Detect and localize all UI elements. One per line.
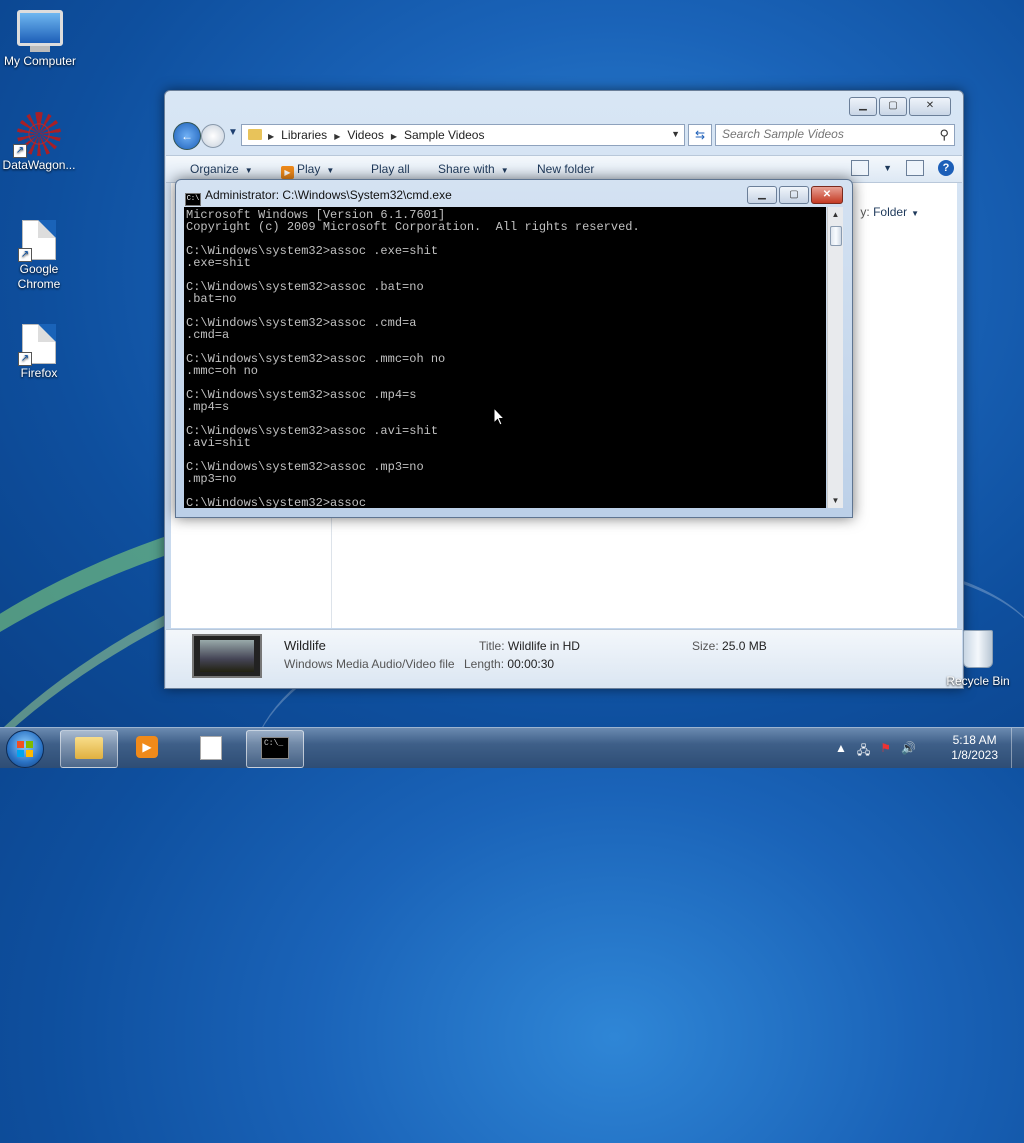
video-thumbnail [192, 634, 262, 678]
minimize-button[interactable]: ▁ [747, 186, 777, 204]
window-controls: ▁ ▢ ✕ [747, 186, 843, 204]
desktop-icon-label: Google Chrome [17, 262, 61, 291]
search-icon: ⚲ [939, 127, 949, 142]
breadcrumb-separator-icon[interactable]: ▶ [391, 132, 397, 141]
action-center-icon[interactable]: ⚑ [880, 741, 891, 762]
taskbar: ▶ C:\_ ▲ 🖧 ⚑ 🔊 5:18 AM 1/8/2023 [0, 727, 1024, 768]
clock-date: 1/8/2023 [951, 748, 998, 762]
scroll-up-icon[interactable]: ▲ [828, 207, 843, 222]
desktop-icon-label: Firefox [20, 366, 58, 380]
recent-pages-dropdown[interactable]: ▼ [228, 127, 238, 138]
preview-pane-icon[interactable] [906, 160, 924, 176]
address-bar[interactable]: ▶ Libraries ▶ Videos ▶ Sample Videos ▼ [241, 124, 685, 146]
breadcrumb-separator-icon[interactable]: ▶ [268, 132, 274, 141]
console-icon: C:\_ [261, 737, 289, 759]
breadcrumb-sample-videos[interactable]: Sample Videos [404, 128, 485, 142]
arrange-by-dropdown[interactable]: y: Folder ▼ [860, 205, 919, 219]
desktop-icon-firefox[interactable]: ↗ Firefox [0, 324, 79, 381]
view-options-dropdown-icon[interactable]: ▼ [883, 163, 892, 173]
length-property: Length: 00:00:30 [464, 657, 555, 671]
desktop-icon-my-computer[interactable]: My Computer [0, 10, 80, 69]
shortcut-arrow-icon: ↗ [13, 144, 27, 158]
taskbar-cmd[interactable]: C:\_ [246, 730, 304, 768]
network-icon[interactable]: 🖧 [857, 741, 870, 762]
maximize-button[interactable]: ▢ [779, 186, 809, 204]
window-controls: ▁ ▢ ✕ [849, 97, 951, 116]
media-player-icon: ▶ [136, 736, 158, 758]
navigation-bar: ← ▼ ▶ Libraries ▶ Videos ▶ Sample Videos ▼ ⇆ … [173, 122, 955, 150]
breadcrumb: ▶ Libraries ▶ Videos ▶ Sample Videos [268, 128, 484, 142]
volume-icon[interactable]: 🔊 [901, 741, 916, 762]
mouse-cursor-icon [493, 407, 505, 426]
cmd-window: C:\ Administrator: C:\Windows\System32\cm… [175, 179, 853, 518]
taskbar-explorer[interactable] [60, 730, 118, 768]
new-folder-button[interactable]: New folder [537, 162, 594, 176]
size-property: Size: 25.0 MB [692, 639, 767, 653]
search-input[interactable] [716, 125, 928, 143]
desktop-icon-label: DataWagon... [2, 158, 76, 172]
document-icon: ↗ [18, 220, 56, 262]
back-button[interactable]: ← [173, 122, 201, 150]
taskbar-document[interactable] [182, 730, 238, 766]
breadcrumb-videos[interactable]: Videos [347, 128, 383, 142]
search-box[interactable]: ⚲ [715, 124, 955, 146]
desktop-icon-google-chrome[interactable]: ↗ Google Chrome [0, 220, 79, 292]
vertical-scrollbar[interactable]: ▲ ▼ [827, 207, 843, 508]
console-output[interactable]: Microsoft Windows [Version 6.1.7601] Cop… [184, 207, 826, 508]
scroll-thumb[interactable] [830, 226, 842, 246]
forward-button[interactable] [201, 124, 225, 148]
cmd-title-bar[interactable]: C:\ Administrator: C:\Windows\System32\cm… [185, 188, 452, 206]
scroll-down-icon[interactable]: ▼ [828, 493, 843, 508]
show-desktop-button[interactable] [1011, 728, 1024, 768]
start-button[interactable] [6, 730, 44, 768]
shortcut-arrow-icon: ↗ [18, 352, 32, 366]
document-icon [200, 736, 222, 760]
clock[interactable]: 5:18 AM 1/8/2023 [951, 733, 998, 763]
show-hidden-icons-icon[interactable]: ▲ [835, 741, 847, 762]
organize-button[interactable]: Organize ▼ [190, 162, 253, 176]
taskbar-media-player[interactable]: ▶ [120, 730, 176, 766]
recycle-bin-icon [963, 630, 993, 668]
desktop-icon-recycle-bin[interactable]: Recycle Bin [938, 630, 1018, 688]
address-dropdown-icon[interactable]: ▼ [671, 129, 680, 139]
chevron-down-icon: ▼ [500, 166, 509, 175]
console-icon: C:\ [185, 193, 201, 206]
folder-icon [248, 129, 262, 140]
file-type: Windows Media Audio/Video file [284, 657, 455, 671]
close-button[interactable]: ✕ [811, 186, 843, 204]
molecule-icon: ↗ [13, 112, 61, 158]
tray-icons: ▲ 🖧 ⚑ 🔊 [835, 741, 916, 762]
details-pane: Wildlife Windows Media Audio/Video file … [166, 629, 962, 688]
minimize-button[interactable]: ▁ [849, 97, 877, 116]
play-icon: ▶ [281, 166, 294, 179]
clock-time: 5:18 AM [952, 733, 997, 747]
computer-icon [17, 10, 63, 52]
title-property: Title: Wildlife in HD [479, 639, 580, 653]
desktop-icon-label: My Computer [3, 54, 77, 68]
console-text: Microsoft Windows [Version 6.1.7601] Cop… [186, 208, 640, 508]
folder-icon [75, 737, 103, 759]
desktop-icon-label: Recycle Bin [946, 674, 1010, 688]
help-icon[interactable]: ? [938, 160, 954, 176]
change-view-icon[interactable] [851, 160, 870, 176]
window-title: Administrator: C:\Windows\System32\cmd.e… [205, 188, 452, 202]
desktop-icon-datawagon[interactable]: ↗ DataWagon... [0, 112, 79, 173]
play-all-button[interactable]: Play all [371, 162, 410, 176]
maximize-button[interactable]: ▢ [879, 97, 907, 116]
share-with-button[interactable]: Share with ▼ [438, 162, 509, 176]
breadcrumb-libraries[interactable]: Libraries [281, 128, 327, 142]
chevron-down-icon: ▼ [244, 166, 253, 175]
view-controls: ▼ ? [851, 160, 954, 176]
refresh-button[interactable]: ⇆ [688, 124, 712, 146]
windows-logo-icon [17, 741, 33, 757]
play-button[interactable]: ▶ Play ▼ [281, 162, 334, 179]
chevron-down-icon: ▼ [911, 209, 919, 218]
breadcrumb-separator-icon[interactable]: ▶ [334, 132, 340, 141]
document-icon: ↗ [18, 324, 56, 366]
chevron-down-icon: ▼ [326, 166, 335, 175]
file-name: Wildlife [284, 638, 326, 653]
close-button[interactable]: ✕ [909, 97, 951, 116]
system-tray: ▲ 🖧 ⚑ 🔊 5:18 AM 1/8/2023 [816, 728, 1016, 768]
shortcut-arrow-icon: ↗ [18, 248, 32, 262]
